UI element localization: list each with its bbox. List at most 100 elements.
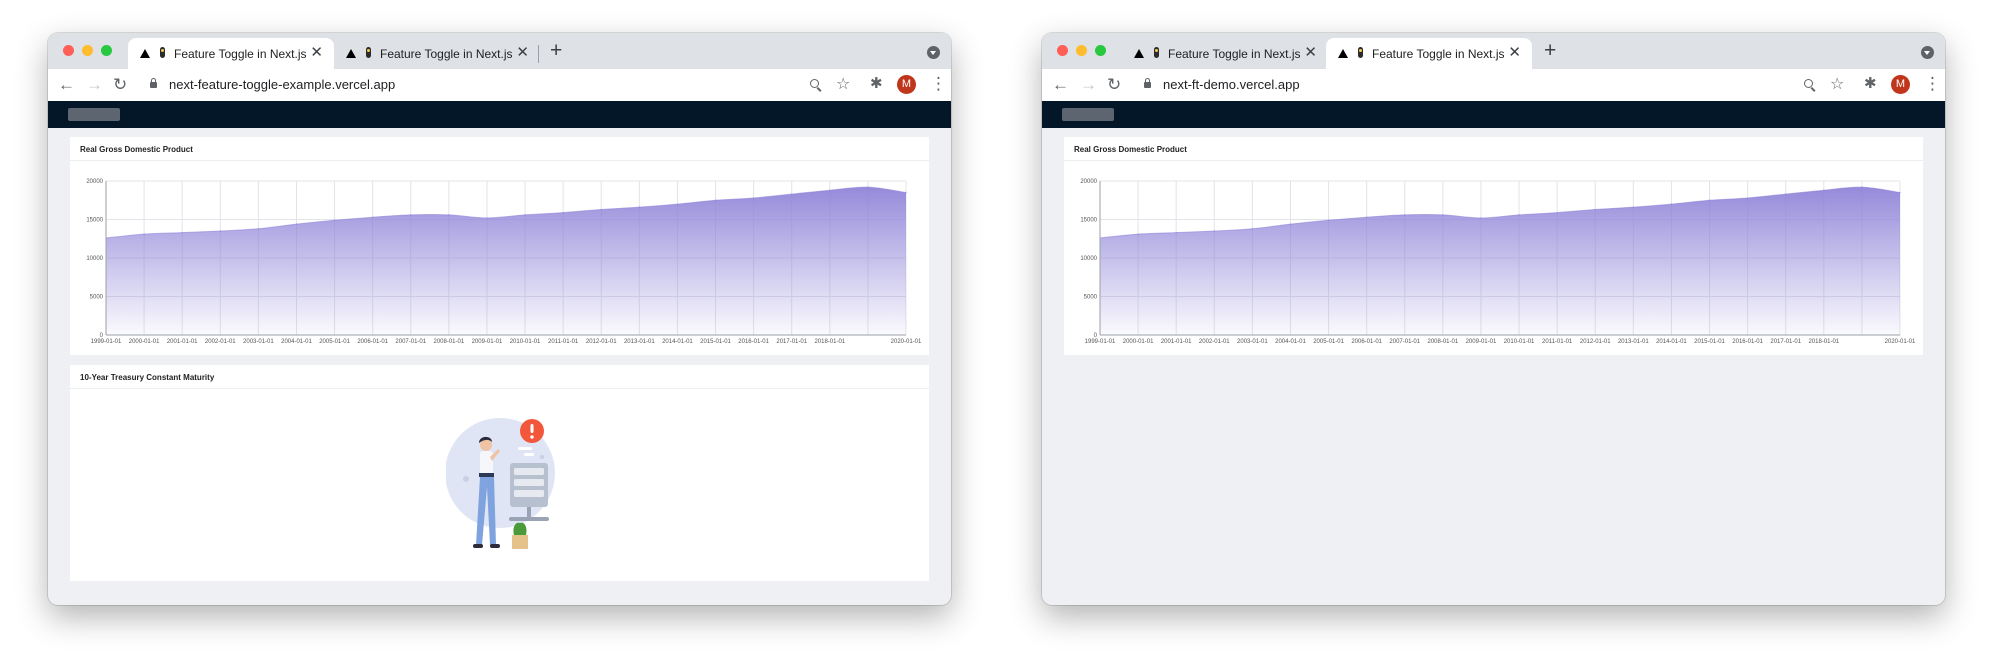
data-point [676, 203, 679, 205]
area-series [106, 187, 906, 335]
reload-icon[interactable]: ↻ [113, 75, 127, 95]
x-tick-label: 2004-01-01 [281, 339, 312, 345]
card-title: 10-Year Treasury Constant Maturity [80, 373, 215, 382]
gdp-card: Real Gross Domestic Product 0 5000 10000 15… [1064, 137, 1923, 355]
new-tab-button[interactable]: + [1544, 40, 1556, 61]
vercel-favicon-icon [140, 49, 150, 58]
lock-icon[interactable] [150, 78, 157, 88]
x-tick-label: 2008-01-01 [434, 339, 465, 345]
tab-search-icon[interactable] [1921, 46, 1934, 59]
data-point [1366, 216, 1368, 218]
y-tick-label: 10000 [1080, 256, 1097, 262]
lock-icon[interactable] [1144, 78, 1151, 88]
tab-close-icon[interactable]: ✕ [1508, 45, 1521, 60]
close-window-button[interactable] [1057, 45, 1068, 56]
gdp-area-chart: 050001000015000200001999-01-01 2000-01-01… [86, 179, 922, 345]
puzzle-icon[interactable]: ✱ [1864, 74, 1877, 92]
gdp-area-chart: 050001000015000200001999-01-01 2000-01-01… [1080, 179, 1916, 345]
data-point [1556, 211, 1558, 214]
tab-close-icon[interactable]: ✕ [1304, 45, 1317, 60]
maximize-window-button[interactable] [101, 45, 112, 56]
x-tick-label: 2018-01-01 [1808, 339, 1839, 345]
toggle-favicon-icon [1154, 47, 1159, 58]
tab-search-icon[interactable] [927, 46, 940, 59]
x-tick-label: 2007-01-01 [1389, 339, 1420, 345]
y-tick-label: 5000 [90, 295, 104, 301]
toggle-favicon-icon [160, 47, 165, 58]
tab-title: Feature Toggle in Next.js [1372, 47, 1505, 61]
tab-strip: Feature Toggle in Next.js ✕ Feature Togg… [1042, 33, 1945, 69]
vercel-favicon-icon [1338, 49, 1348, 58]
maximize-window-button[interactable] [1095, 45, 1106, 56]
x-tick-label: 2016-01-01 [1732, 339, 1763, 345]
x-tick-label: 2018-01-01 [814, 339, 845, 345]
puzzle-icon[interactable]: ✱ [870, 74, 883, 92]
minimize-window-button[interactable] [82, 45, 93, 56]
feature-disabled-illustration [446, 418, 555, 549]
data-point [1785, 193, 1787, 195]
treasury-card: 10-Year Treasury Constant Maturity [70, 365, 929, 581]
data-point [143, 233, 145, 235]
card-divider [70, 388, 929, 389]
browser-toolbar: ← → ↻ next-feature-toggle-example.vercel… [48, 69, 951, 101]
x-tick-label: 2013-01-01 [1618, 339, 1649, 345]
data-point [524, 214, 526, 216]
tab-close-icon[interactable]: ✕ [310, 45, 323, 60]
tab-inactive[interactable]: Feature Toggle in Next.js ✕ [334, 38, 540, 69]
arrow-right-icon[interactable]: → [86, 75, 103, 95]
gdp-card: Real Gross Domestic Product 0 5000 10000 15… [70, 137, 929, 355]
x-tick-label: 2006-01-01 [357, 339, 388, 345]
kebab-icon[interactable]: ⋮ [930, 74, 947, 94]
x-tick-label: 2002-01-01 [205, 339, 236, 345]
x-tick-label: 2017-01-01 [776, 339, 807, 345]
x-tick-label: 2015-01-01 [1694, 339, 1725, 345]
data-point [600, 208, 602, 211]
arrow-left-icon[interactable]: ← [1052, 75, 1069, 95]
tab-strip: Feature Toggle in Next.js ✕ Feature Togg… [48, 33, 951, 69]
kebab-icon[interactable]: ⋮ [1924, 74, 1941, 94]
x-tick-label: 2020-01-01 [1885, 339, 1916, 345]
x-tick-label: 2013-01-01 [624, 339, 655, 345]
x-tick-label: 2003-01-01 [243, 339, 274, 345]
star-icon[interactable]: ☆ [836, 74, 850, 94]
address-bar-url[interactable]: next-feature-toggle-example.vercel.app [169, 77, 395, 92]
arrow-right-icon[interactable]: → [1080, 75, 1097, 95]
x-tick-label: 2020-01-01 [891, 339, 922, 345]
site-logo[interactable] [1062, 108, 1114, 121]
data-point [448, 214, 450, 216]
minimize-window-button[interactable] [1076, 45, 1087, 56]
zoom-icon[interactable] [810, 79, 819, 88]
x-tick-label: 2011-01-01 [548, 339, 579, 345]
site-logo[interactable] [68, 108, 120, 121]
x-tick-label: 2003-01-01 [1237, 339, 1268, 345]
site-navbar [1042, 101, 1945, 128]
data-point [1632, 206, 1634, 208]
reload-icon[interactable]: ↻ [1107, 75, 1121, 95]
tab-inactive[interactable]: Feature Toggle in Next.js ✕ [1122, 38, 1328, 69]
zoom-icon[interactable] [1804, 79, 1813, 88]
close-window-button[interactable] [63, 45, 74, 56]
new-tab-button[interactable]: + [550, 40, 562, 61]
tab-title: Feature Toggle in Next.js [1168, 47, 1301, 61]
data-point [257, 228, 259, 230]
x-tick-label: 2007-01-01 [395, 339, 426, 345]
avatar[interactable]: M [897, 75, 916, 94]
x-tick-label: 2017-01-01 [1770, 339, 1801, 345]
x-tick-label: 2016-01-01 [738, 339, 769, 345]
avatar[interactable]: M [1891, 75, 1910, 94]
browser-window-right: Feature Toggle in Next.js ✕ Feature Togg… [1042, 33, 1945, 605]
tab-close-icon[interactable]: ✕ [516, 45, 529, 60]
y-tick-label: 20000 [86, 179, 103, 185]
y-tick-label: 5000 [1084, 295, 1098, 301]
x-tick-label: 2012-01-01 [1580, 339, 1611, 345]
data-point [1137, 233, 1139, 235]
data-point [219, 230, 221, 232]
address-bar-url[interactable]: next-ft-demo.vercel.app [1163, 77, 1300, 92]
x-tick-label: 2009-01-01 [1466, 339, 1497, 345]
tab-title: Feature Toggle in Next.js [380, 47, 513, 61]
tab-active[interactable]: Feature Toggle in Next.js ✕ [1326, 38, 1532, 69]
x-tick-label: 2002-01-01 [1199, 339, 1230, 345]
star-icon[interactable]: ☆ [1830, 74, 1844, 94]
tab-active[interactable]: Feature Toggle in Next.js ✕ [128, 38, 334, 69]
arrow-left-icon[interactable]: ← [58, 75, 75, 95]
